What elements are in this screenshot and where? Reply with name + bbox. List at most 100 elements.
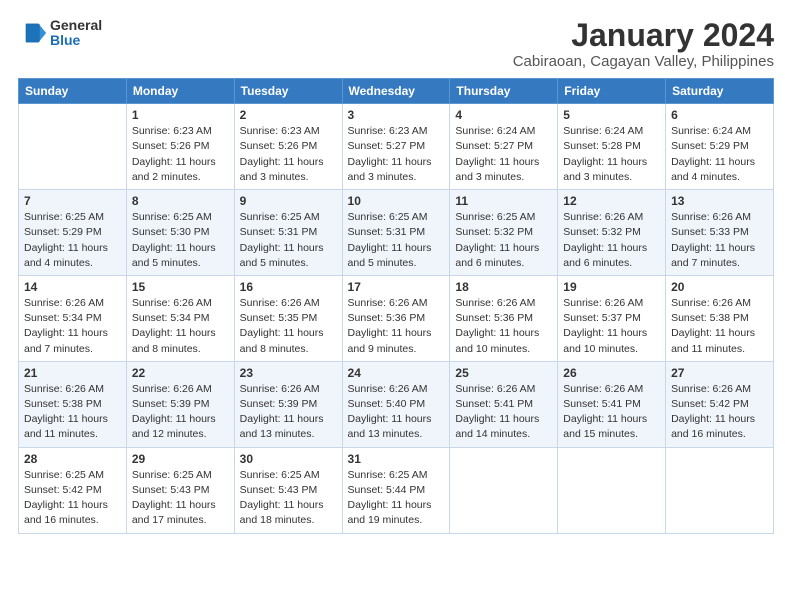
day-number: 13 [671,194,768,208]
calendar-cell: 21Sunrise: 6:26 AM Sunset: 5:38 PM Dayli… [19,361,127,447]
day-number: 29 [132,452,229,466]
day-info: Sunrise: 6:23 AM Sunset: 5:26 PM Dayligh… [240,124,337,185]
calendar-cell: 24 Sunrise: 6:26 AM Sunset: 5:40 PM Dayli… [342,361,450,447]
day-info: Sunrise: 6:26 AM Sunset: 5:32 PM Dayligh… [563,210,660,271]
day-info: Sunrise: 6:24 AM Sunset: 5:29 PM Dayligh… [671,124,768,185]
calendar-week-row: 21Sunrise: 6:26 AM Sunset: 5:38 PM Dayli… [19,361,774,447]
day-info: Sunrise: 6:25 AM Sunset: 5:30 PM Dayligh… [132,210,229,271]
day-info: Sunrise: 6:26 AM Sunset: 5:34 PM Dayligh… [132,296,229,357]
day-info: Sunrise: 6:26 AM Sunset: 5:41 PM Dayligh… [563,382,660,443]
calendar-cell: 4 Sunrise: 6:24 AM Sunset: 5:27 PM Daylig… [450,104,558,190]
day-number: 7 [24,194,121,208]
logo-text: General Blue [50,18,102,49]
calendar-cell: 12 Sunrise: 6:26 AM Sunset: 5:32 PM Dayli… [558,190,666,276]
logo-blue: Blue [50,33,102,48]
day-number: 5 [563,108,660,122]
calendar-table: SundayMondayTuesdayWednesdayThursdayFrid… [18,78,774,533]
calendar-cell: 15 Sunrise: 6:26 AM Sunset: 5:34 PM Dayli… [126,275,234,361]
calendar-cell: 6 Sunrise: 6:24 AM Sunset: 5:29 PM Daylig… [666,104,774,190]
calendar-cell: 23 Sunrise: 6:26 AM Sunset: 5:39 PM Dayli… [234,361,342,447]
day-info: Sunrise: 6:26 AM Sunset: 5:33 PM Dayligh… [671,210,768,271]
day-info: Sunrise: 6:24 AM Sunset: 5:27 PM Dayligh… [455,124,552,185]
day-info: Sunrise: 6:26 AM Sunset: 5:34 PM Dayligh… [24,296,121,357]
calendar-cell: 5 Sunrise: 6:24 AM Sunset: 5:28 PM Daylig… [558,104,666,190]
day-number: 18 [455,280,552,294]
day-number: 24 [348,366,445,380]
day-number: 10 [348,194,445,208]
calendar-cell: 27Sunrise: 6:26 AM Sunset: 5:42 PM Dayli… [666,361,774,447]
day-info: Sunrise: 6:25 AM Sunset: 5:43 PM Dayligh… [132,468,229,529]
calendar-cell: 20 Sunrise: 6:26 AM Sunset: 5:38 PM Dayli… [666,275,774,361]
day-info: Sunrise: 6:23 AM Sunset: 5:26 PM Dayligh… [132,124,229,185]
day-info: Sunrise: 6:25 AM Sunset: 5:42 PM Dayligh… [24,468,121,529]
day-number: 25 [455,366,552,380]
day-number: 14 [24,280,121,294]
page: General Blue January 2024 Cabiraoan, Cag… [0,0,792,612]
calendar-cell: 8Sunrise: 6:25 AM Sunset: 5:30 PM Daylig… [126,190,234,276]
calendar-week-row: 28 Sunrise: 6:25 AM Sunset: 5:42 PM Dayli… [19,447,774,533]
day-info: Sunrise: 6:26 AM Sunset: 5:38 PM Dayligh… [671,296,768,357]
day-number: 26 [563,366,660,380]
day-info: Sunrise: 6:25 AM Sunset: 5:29 PM Dayligh… [24,210,121,271]
day-number: 20 [671,280,768,294]
day-number: 27 [671,366,768,380]
day-info: Sunrise: 6:26 AM Sunset: 5:36 PM Dayligh… [348,296,445,357]
day-number: 9 [240,194,337,208]
calendar-cell [558,447,666,533]
title-block: January 2024 Cabiraoan, Cagayan Valley, … [513,18,774,70]
day-info: Sunrise: 6:24 AM Sunset: 5:28 PM Dayligh… [563,124,660,185]
header: General Blue January 2024 Cabiraoan, Cag… [18,18,774,70]
day-number: 28 [24,452,121,466]
day-info: Sunrise: 6:25 AM Sunset: 5:43 PM Dayligh… [240,468,337,529]
calendar-cell: 18Sunrise: 6:26 AM Sunset: 5:36 PM Dayli… [450,275,558,361]
calendar-week-row: 7 Sunrise: 6:25 AM Sunset: 5:29 PM Daylig… [19,190,774,276]
calendar-cell [666,447,774,533]
day-number: 30 [240,452,337,466]
day-info: Sunrise: 6:26 AM Sunset: 5:38 PM Dayligh… [24,382,121,443]
day-info: Sunrise: 6:25 AM Sunset: 5:32 PM Dayligh… [455,210,552,271]
day-info: Sunrise: 6:23 AM Sunset: 5:27 PM Dayligh… [348,124,445,185]
calendar-header-row: SundayMondayTuesdayWednesdayThursdayFrid… [19,79,774,104]
day-info: Sunrise: 6:25 AM Sunset: 5:44 PM Dayligh… [348,468,445,529]
day-number: 12 [563,194,660,208]
calendar-cell: 14 Sunrise: 6:26 AM Sunset: 5:34 PM Dayli… [19,275,127,361]
calendar-cell: 1 Sunrise: 6:23 AM Sunset: 5:26 PM Daylig… [126,104,234,190]
title-month: January 2024 [513,18,774,53]
day-number: 6 [671,108,768,122]
calendar-weekday-header: Saturday [666,79,774,104]
calendar-cell: 22Sunrise: 6:26 AM Sunset: 5:39 PM Dayli… [126,361,234,447]
calendar-cell: 9Sunrise: 6:25 AM Sunset: 5:31 PM Daylig… [234,190,342,276]
day-number: 11 [455,194,552,208]
calendar-cell: 7 Sunrise: 6:25 AM Sunset: 5:29 PM Daylig… [19,190,127,276]
day-number: 23 [240,366,337,380]
day-info: Sunrise: 6:26 AM Sunset: 5:35 PM Dayligh… [240,296,337,357]
calendar-cell: 30 Sunrise: 6:25 AM Sunset: 5:43 PM Dayli… [234,447,342,533]
calendar-cell: 16 Sunrise: 6:26 AM Sunset: 5:35 PM Dayli… [234,275,342,361]
calendar-cell: 3Sunrise: 6:23 AM Sunset: 5:27 PM Daylig… [342,104,450,190]
calendar-weekday-header: Thursday [450,79,558,104]
calendar-weekday-header: Tuesday [234,79,342,104]
calendar-cell: 13 Sunrise: 6:26 AM Sunset: 5:33 PM Dayli… [666,190,774,276]
calendar-weekday-header: Sunday [19,79,127,104]
calendar-cell: 11 Sunrise: 6:25 AM Sunset: 5:32 PM Dayli… [450,190,558,276]
calendar-cell: 28 Sunrise: 6:25 AM Sunset: 5:42 PM Dayli… [19,447,127,533]
calendar-cell: 19Sunrise: 6:26 AM Sunset: 5:37 PM Dayli… [558,275,666,361]
day-info: Sunrise: 6:26 AM Sunset: 5:40 PM Dayligh… [348,382,445,443]
logo: General Blue [18,18,102,49]
day-number: 1 [132,108,229,122]
calendar-cell [19,104,127,190]
day-number: 31 [348,452,445,466]
calendar-week-row: 14 Sunrise: 6:26 AM Sunset: 5:34 PM Dayli… [19,275,774,361]
calendar-cell: 25Sunrise: 6:26 AM Sunset: 5:41 PM Dayli… [450,361,558,447]
day-number: 4 [455,108,552,122]
day-info: Sunrise: 6:26 AM Sunset: 5:39 PM Dayligh… [240,382,337,443]
calendar-weekday-header: Monday [126,79,234,104]
title-location: Cabiraoan, Cagayan Valley, Philippines [513,53,774,70]
day-number: 16 [240,280,337,294]
day-number: 15 [132,280,229,294]
logo-general: General [50,18,102,33]
calendar-cell: 17Sunrise: 6:26 AM Sunset: 5:36 PM Dayli… [342,275,450,361]
calendar-cell: 31 Sunrise: 6:25 AM Sunset: 5:44 PM Dayli… [342,447,450,533]
calendar-cell: 26 Sunrise: 6:26 AM Sunset: 5:41 PM Dayli… [558,361,666,447]
day-info: Sunrise: 6:25 AM Sunset: 5:31 PM Dayligh… [348,210,445,271]
